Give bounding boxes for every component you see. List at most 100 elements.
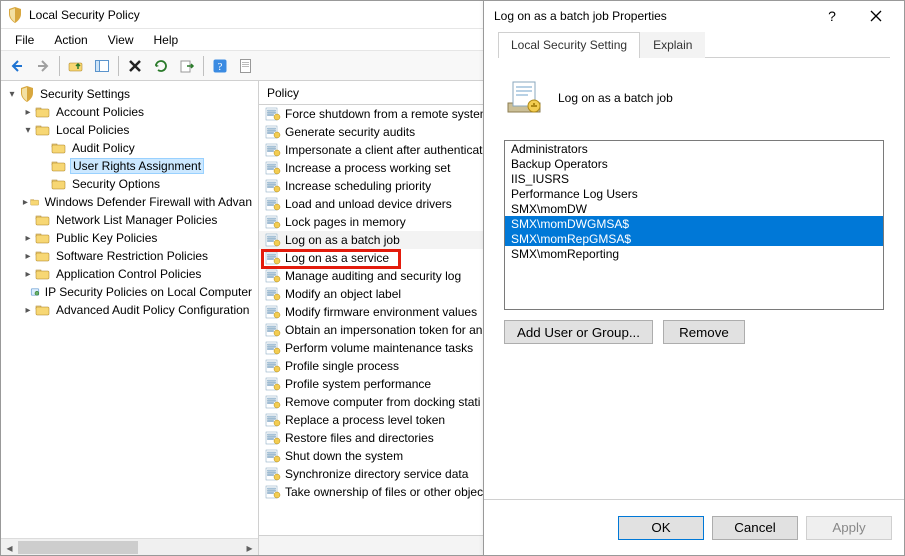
members-listbox[interactable]: AdministratorsBackup OperatorsIIS_IUSRSP… (504, 140, 884, 310)
properties-icon (238, 58, 254, 74)
dialog-help-button[interactable]: ? (814, 2, 850, 30)
listbox-item[interactable]: Performance Log Users (505, 186, 883, 201)
toolbar-separator (203, 56, 204, 76)
tree-item[interactable]: ▸Software Restriction Policies (21, 247, 258, 265)
dialog-titlebar: Log on as a batch job Properties ? (484, 1, 904, 31)
scroll-left-icon[interactable]: ◂ (1, 539, 18, 555)
up-button[interactable] (64, 54, 88, 78)
properties-button[interactable] (234, 54, 258, 78)
listbox-item[interactable]: SMX\momReporting (505, 246, 883, 261)
listbox-item[interactable]: IIS_IUSRS (505, 171, 883, 186)
tab-local-security-setting[interactable]: Local Security Setting (498, 32, 640, 58)
menu-view[interactable]: View (98, 31, 144, 49)
expander-icon[interactable]: ▾ (5, 87, 19, 101)
tree-item[interactable]: Network List Manager Policies (21, 211, 258, 229)
listbox-item[interactable]: SMX\momRepGMSA$ (505, 231, 883, 246)
scroll-right-icon[interactable]: ▸ (241, 539, 258, 555)
svg-text:?: ? (218, 61, 223, 73)
expander-icon[interactable]: ▸ (21, 105, 35, 119)
tree-hscrollbar[interactable]: ◂ ▸ (1, 538, 258, 555)
delete-button[interactable] (123, 54, 147, 78)
back-button[interactable] (5, 54, 29, 78)
delete-icon (127, 58, 143, 74)
policy-item-icon (265, 143, 281, 157)
tree-item[interactable]: ▾Local Policies (21, 121, 258, 139)
tree[interactable]: ▾Security Settings ▸ Account Policies▾Loca… (1, 81, 258, 319)
add-user-or-group-button[interactable]: Add User or Group... (504, 320, 653, 344)
tree-item[interactable]: Security Options (37, 175, 258, 193)
show-hide-tree-button[interactable] (90, 54, 114, 78)
tab-explain[interactable]: Explain (640, 32, 705, 58)
tree-label: Public Key Policies (54, 230, 159, 246)
policy-label: Replace a process level token (285, 413, 445, 427)
tree-label: Windows Defender Firewall with Advan (43, 194, 254, 210)
expander-icon[interactable] (37, 177, 51, 191)
dialog-footer: OK Cancel Apply (484, 499, 904, 555)
folder-icon (35, 248, 51, 264)
security-policy-icon (30, 284, 40, 300)
menu-action[interactable]: Action (44, 31, 97, 49)
menu-help[interactable]: Help (144, 31, 189, 49)
tree-item[interactable]: ▸ Public Key Policies (21, 229, 258, 247)
help-button[interactable]: ? (208, 54, 232, 78)
export-button[interactable] (175, 54, 199, 78)
window-title: Local Security Policy (29, 8, 140, 22)
expander-icon[interactable] (37, 159, 51, 173)
policy-label: Shut down the system (285, 449, 403, 463)
expander-icon[interactable]: ▸ (21, 195, 30, 209)
expander-icon[interactable] (21, 213, 35, 227)
policy-label: Profile single process (285, 359, 399, 373)
tree-item[interactable]: User Rights Assignment (37, 157, 258, 175)
policy-item-icon (265, 467, 281, 481)
remove-button[interactable]: Remove (663, 320, 745, 344)
properties-dialog: Log on as a batch job Properties ? Local… (483, 0, 905, 556)
tree-root-security-settings[interactable]: ▾Security Settings (5, 85, 258, 103)
policy-label: Modify an object label (285, 287, 401, 301)
tree-item[interactable]: ▸ Windows Defender Firewall with Advan (21, 193, 258, 211)
tree-item[interactable]: ▸Advanced Audit Policy Configuration (21, 301, 258, 319)
tree-item[interactable]: IP Security Policies on Local Computer (21, 283, 258, 301)
expander-icon[interactable]: ▸ (21, 249, 35, 263)
listbox-item[interactable]: Administrators (505, 141, 883, 156)
cancel-button[interactable]: Cancel (712, 516, 798, 540)
dialog-close-button[interactable] (858, 2, 894, 30)
folder-icon (35, 212, 51, 228)
tree-label: Account Policies (54, 104, 146, 120)
expander-icon[interactable]: ▸ (21, 267, 35, 281)
refresh-button[interactable] (149, 54, 173, 78)
scroll-thumb[interactable] (18, 541, 138, 554)
expander-icon[interactable] (37, 141, 51, 155)
expander-icon[interactable]: ▸ (21, 303, 35, 317)
help-icon: ? (212, 58, 228, 74)
expander-icon[interactable]: ▾ (21, 123, 35, 137)
policy-item-icon (265, 485, 281, 499)
menu-file[interactable]: File (5, 31, 44, 49)
policy-label: Synchronize directory service data (285, 467, 468, 481)
listbox-item[interactable]: SMX\momDW (505, 201, 883, 216)
app-icon (7, 7, 23, 23)
forward-button[interactable] (31, 54, 55, 78)
tree-item[interactable]: ▸ Account Policies (21, 103, 258, 121)
policy-label: Load and unload device drivers (285, 197, 452, 211)
policy-label: Force shutdown from a remote system (285, 107, 490, 121)
policy-label: Obtain an impersonation token for an (285, 323, 482, 337)
folder-icon (35, 122, 51, 138)
policy-label: Modify firmware environment values (285, 305, 477, 319)
listbox-item[interactable]: SMX\momDWGMSA$ (505, 216, 883, 231)
listbox-item[interactable]: Backup Operators (505, 156, 883, 171)
dialog-policy-header: Log on as a batch job (498, 58, 890, 140)
expander-icon[interactable] (21, 285, 30, 299)
expander-icon[interactable]: ▸ (21, 231, 35, 245)
policy-icon (504, 78, 544, 118)
apply-button[interactable]: Apply (806, 516, 892, 540)
refresh-icon (153, 58, 169, 74)
policy-item-icon (265, 323, 281, 337)
folder-icon (51, 176, 67, 192)
tree-item[interactable]: Audit Policy (37, 139, 258, 157)
tree-item[interactable]: ▸Application Control Policies (21, 265, 258, 283)
policy-item-icon (265, 233, 281, 247)
policy-item-icon (265, 395, 281, 409)
ok-button[interactable]: OK (618, 516, 704, 540)
toolbar-separator (118, 56, 119, 76)
policy-label: Manage auditing and security log (285, 269, 461, 283)
